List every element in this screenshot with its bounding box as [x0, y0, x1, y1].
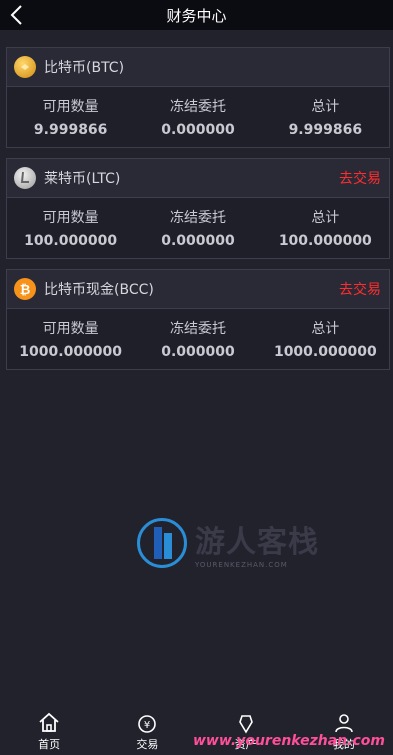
stat-frozen: 冻结委托 0.000000	[134, 87, 261, 147]
asset-card-header: ₿ 比特币现金(BCC) 去交易	[7, 270, 389, 309]
stat-available: 可用数量 9.999866	[7, 87, 134, 147]
asset-card-btc: 比特币(BTC) 可用数量 9.999866 冻结委托 0.000000 总计 …	[6, 47, 390, 148]
stat-label-total: 总计	[311, 99, 340, 115]
coin-name: 莱特币(LTC)	[44, 171, 121, 187]
stat-value-frozen: 0.000000	[161, 233, 235, 249]
profile-icon	[335, 714, 353, 733]
stat-frozen: 冻结委托 0.000000	[134, 309, 261, 369]
stat-value-frozen: 0.000000	[161, 122, 235, 138]
btc-coin-icon	[14, 56, 36, 78]
stat-label-available: 可用数量	[42, 210, 99, 226]
stat-available: 可用数量 100.000000	[7, 198, 134, 258]
watermark-text: 游人客栈 YOURENKEZHAN.COM	[195, 517, 319, 569]
coin-name: 比特币现金(BCC)	[44, 282, 154, 298]
svg-text:¥: ¥	[144, 720, 150, 731]
watermark-logo: 游人客栈 YOURENKEZHAN.COM	[137, 517, 327, 569]
trade-icon: ¥	[138, 715, 157, 733]
stat-label-total: 总计	[311, 210, 340, 226]
asset-stats: 可用数量 100.000000 冻结委托 0.000000 总计 100.000…	[7, 198, 389, 258]
asset-stats: 可用数量 9.999866 冻结委托 0.000000 总计 9.999866	[7, 87, 389, 147]
finance-center-page: 财务中心 比特币(BTC) 可用数量 9.999866 冻结委托 0.00000…	[0, 0, 393, 755]
go-trade-link[interactable]: 去交易	[339, 279, 381, 299]
tab-trade[interactable]: ¥ 交易	[98, 705, 196, 755]
stat-label-frozen: 冻结委托	[169, 99, 226, 115]
stat-label-total: 总计	[311, 321, 340, 337]
stat-total: 总计 1000.000000	[262, 309, 389, 369]
asset-card-header: 莱特币(LTC) 去交易	[7, 159, 389, 198]
asset-card-ltc: 莱特币(LTC) 去交易 可用数量 100.000000 冻结委托 0.0000…	[6, 158, 390, 259]
svg-text:₿: ₿	[20, 283, 31, 298]
tab-label: 首页	[38, 738, 61, 751]
stat-label-frozen: 冻结委托	[169, 321, 226, 337]
back-arrow-icon[interactable]	[6, 3, 30, 27]
asset-card-header: 比特币(BTC)	[7, 48, 389, 87]
stat-label-frozen: 冻结委托	[169, 210, 226, 226]
stat-total: 总计 100.000000	[262, 198, 389, 258]
tab-label: 交易	[136, 738, 159, 751]
watermark-url: www.yourenkezhan.com	[193, 733, 385, 749]
asset-stats: 可用数量 1000.000000 冻结委托 0.000000 总计 1000.0…	[7, 309, 389, 369]
stat-value-available: 9.999866	[33, 122, 108, 138]
stat-value-available: 1000.000000	[19, 344, 123, 360]
stat-value-total: 9.999866	[288, 122, 363, 138]
stat-value-total: 1000.000000	[273, 344, 377, 360]
coin-name: 比特币(BTC)	[44, 60, 125, 76]
go-trade-link[interactable]: 去交易	[339, 168, 381, 188]
stat-available: 可用数量 1000.000000	[7, 309, 134, 369]
header-bar: 财务中心	[0, 0, 393, 30]
stat-value-available: 100.000000	[24, 233, 118, 249]
watermark-cn: 游人客栈	[195, 525, 319, 560]
watermark-en: YOURENKEZHAN.COM	[195, 561, 288, 569]
watermark-emblem-icon	[137, 518, 187, 568]
tab-home[interactable]: 首页	[0, 705, 98, 755]
asset-card-bcc: ₿ 比特币现金(BCC) 去交易 可用数量 1000.000000 冻结委托 0…	[6, 269, 390, 370]
home-icon	[39, 712, 59, 732]
asset-icon	[238, 715, 253, 734]
bcc-coin-icon: ₿	[14, 278, 36, 300]
ltc-coin-icon	[14, 167, 36, 189]
stat-frozen: 冻结委托 0.000000	[134, 198, 261, 258]
stat-value-total: 100.000000	[278, 233, 372, 249]
stat-total: 总计 9.999866	[262, 87, 389, 147]
stat-label-available: 可用数量	[42, 99, 99, 115]
stat-value-frozen: 0.000000	[161, 344, 235, 360]
page-title: 财务中心	[166, 6, 227, 25]
stat-label-available: 可用数量	[42, 321, 99, 337]
